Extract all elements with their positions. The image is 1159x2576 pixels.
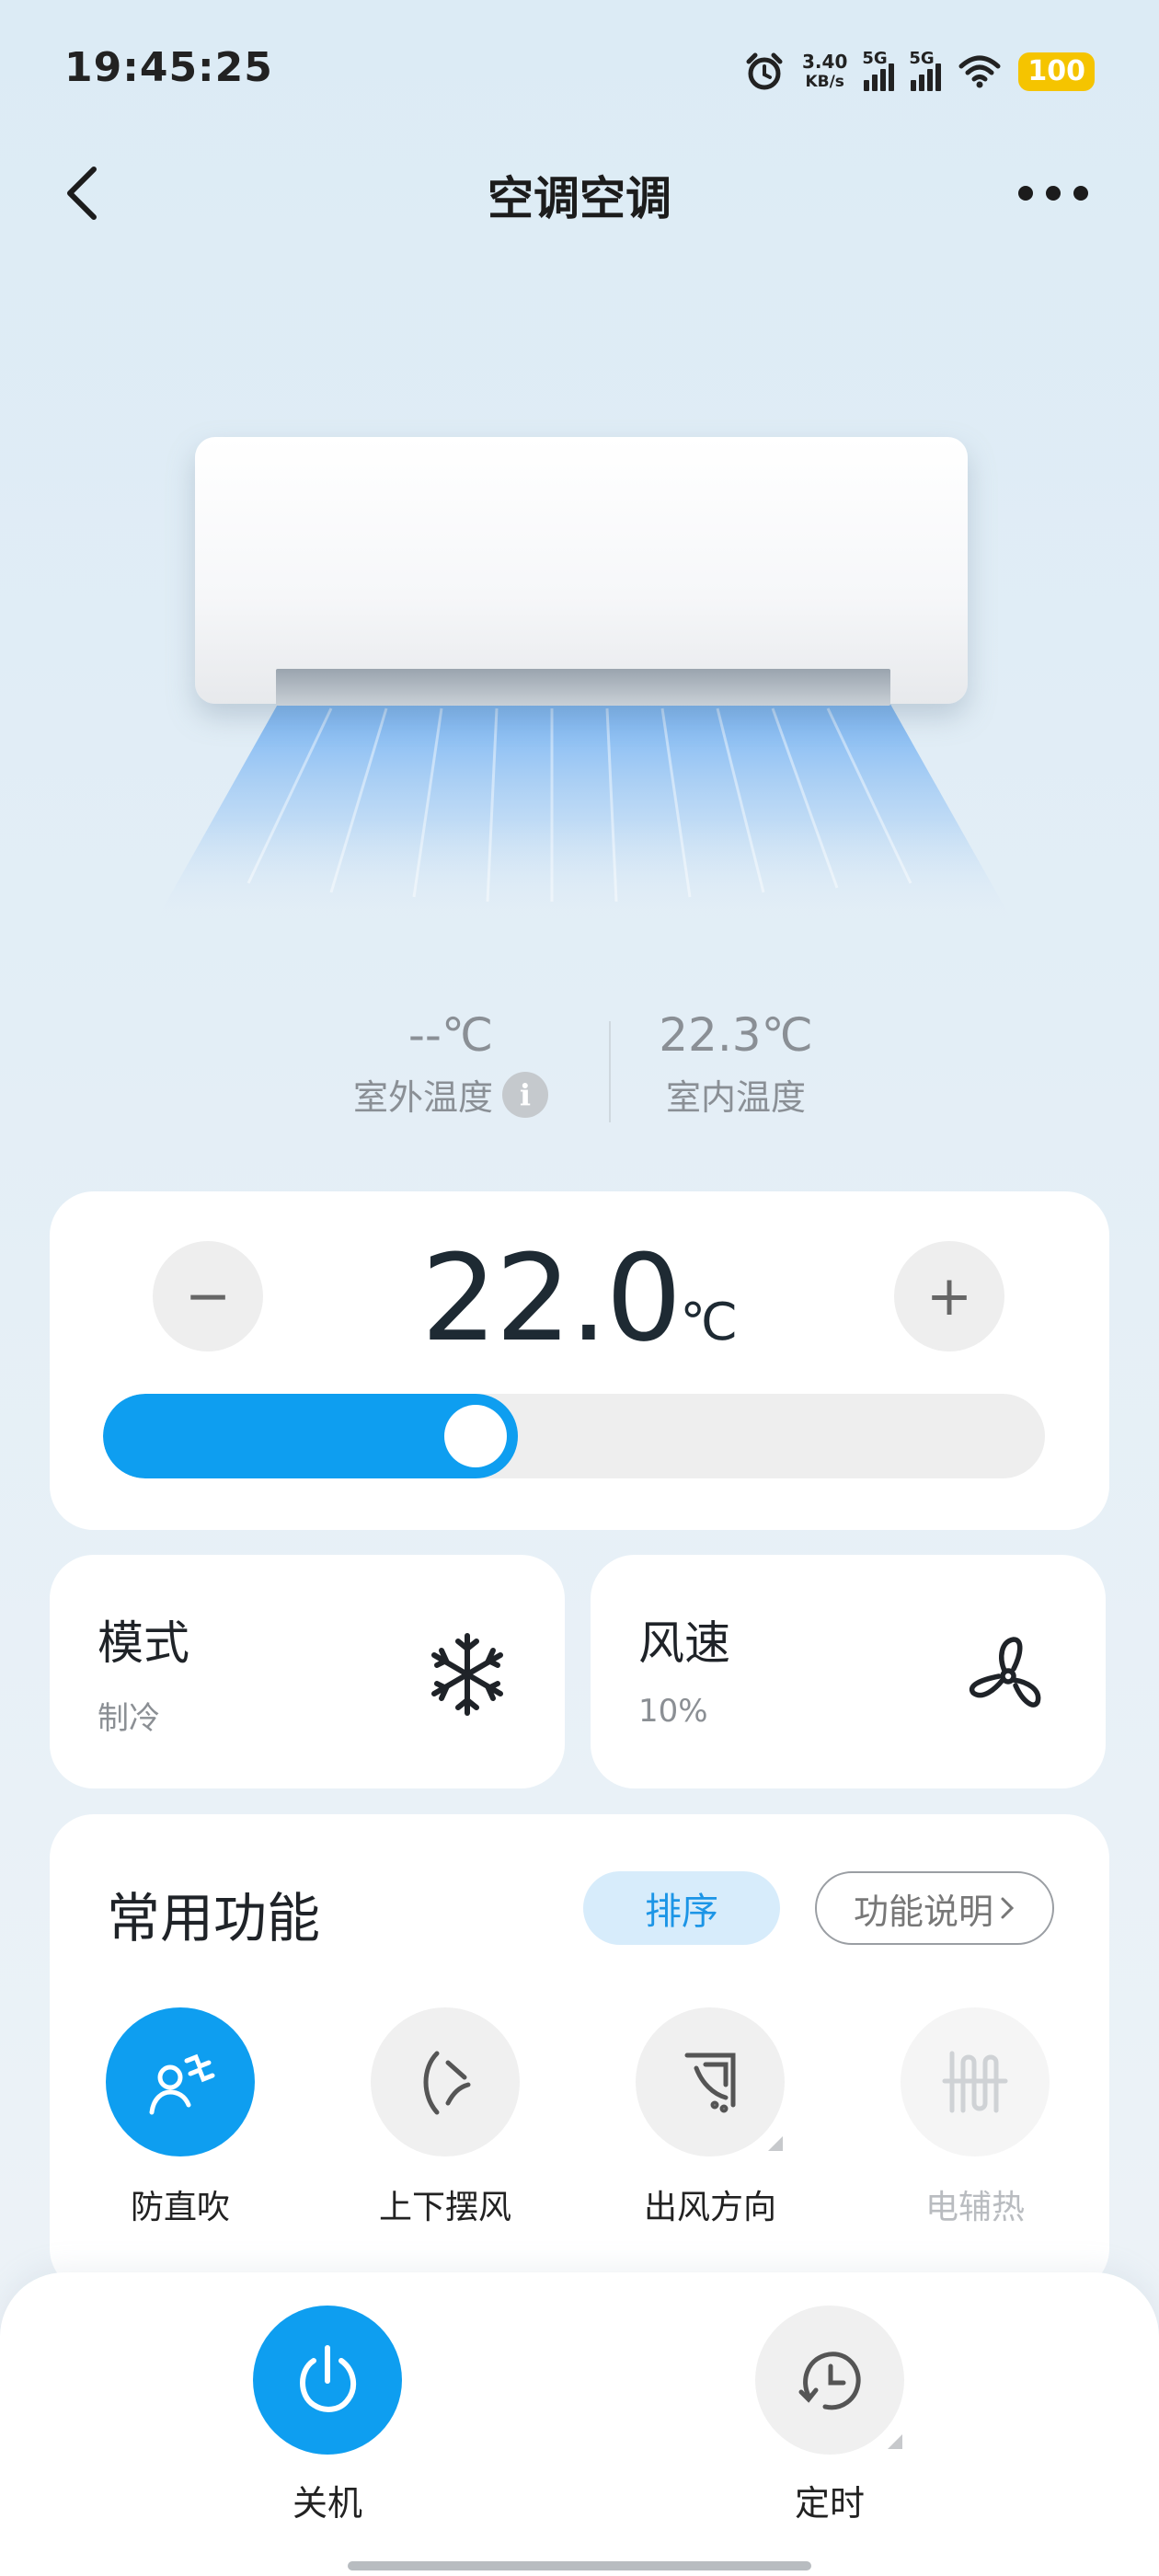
net-speed-value: 3.40 <box>802 51 848 73</box>
function-electric-heating[interactable]: 电辅热 <box>874 2007 1076 2228</box>
function-label: 出风方向 <box>643 2189 776 2226</box>
indoor-temp-value: 22.3℃ <box>659 1008 813 1062</box>
function-label: 上下摆风 <box>378 2189 511 2226</box>
air-direction-icon <box>684 2053 736 2113</box>
fan-speed-value: 10% <box>638 1693 708 1730</box>
net-speed-unit: KB/s <box>805 73 844 91</box>
page-title: 空调空调 <box>488 172 671 225</box>
corner-indicator <box>768 2136 783 2151</box>
function-button[interactable] <box>901 2007 1050 2156</box>
function-vertical-swing[interactable]: 上下摆风 <box>344 2007 546 2228</box>
function-button[interactable] <box>106 2007 255 2156</box>
timer-item[interactable]: 定时 <box>719 2306 940 2525</box>
power-icon <box>300 2345 357 2412</box>
set-temperature-value: 22.0 <box>420 1228 682 1368</box>
fan-speed-title: 风速 <box>638 1616 730 1670</box>
status-time: 19:45:25 <box>64 44 273 91</box>
functions-card: 常用功能 排序 功能说明 防直吹 上下摆风 出风方向 电辅热 <box>50 1814 1109 2293</box>
chevron-right-icon <box>1001 1897 1015 1919</box>
outdoor-temp-label: 室外温度 <box>352 1077 493 1118</box>
power-off-item[interactable]: 关机 <box>217 2306 438 2525</box>
temperature-card: − 22.0℃ + <box>50 1191 1109 1530</box>
indoor-temp-label: 室内温度 <box>665 1077 806 1118</box>
function-button[interactable] <box>636 2007 785 2156</box>
timer-button[interactable] <box>755 2306 904 2455</box>
increase-temp-button[interactable]: + <box>894 1241 1004 1351</box>
outdoor-temp: --℃ 室外温度 i <box>331 1008 570 1120</box>
indoor-temp: 22.3℃ 室内温度 <box>644 1008 828 1120</box>
home-indicator[interactable] <box>348 2561 811 2570</box>
signal-icon: 5G <box>862 49 895 91</box>
mode-card[interactable]: 模式 制冷 <box>50 1555 565 1788</box>
snowflake-icon <box>431 1633 503 1716</box>
airflow-illustration <box>156 699 1012 920</box>
divider <box>609 1021 611 1122</box>
function-help-label: 功能说明 <box>853 1891 993 1932</box>
air-conditioner-illustration <box>195 437 968 704</box>
function-help-button[interactable]: 功能说明 <box>815 1871 1054 1945</box>
set-temperature-unit: ℃ <box>680 1293 739 1352</box>
anti-direct-blow-icon <box>149 2053 215 2115</box>
fan-speed-card[interactable]: 风速 10% <box>591 1555 1106 1788</box>
more-button[interactable] <box>1012 175 1095 212</box>
outdoor-temp-value: --℃ <box>407 1008 494 1062</box>
battery-icon: 100 <box>1018 52 1095 91</box>
outdoor-temp-label-row: 室外温度 i <box>331 1069 570 1120</box>
mode-value: 制冷 <box>98 1700 160 1737</box>
sort-button[interactable]: 排序 <box>583 1871 780 1945</box>
function-label: 防直吹 <box>130 2189 230 2226</box>
function-button[interactable] <box>371 2007 520 2156</box>
status-icons: 3.40 KB/s 5G 5G 100 <box>743 46 1095 98</box>
function-air-direction[interactable]: 出风方向 <box>609 2007 811 2228</box>
power-label: 关机 <box>292 2483 362 2524</box>
info-icon[interactable]: i <box>502 1071 548 1118</box>
electric-heating-icon <box>942 2051 1008 2113</box>
signal-icon: 5G <box>909 49 942 91</box>
bottom-action-bar: 关机 定时 <box>0 2272 1159 2576</box>
temperature-slider[interactable] <box>103 1394 1045 1478</box>
net-speed: 3.40 KB/s <box>802 52 847 92</box>
more-dots-icon <box>1018 186 1088 201</box>
temperature-slider-thumb[interactable] <box>444 1405 507 1467</box>
signal-label: 5G <box>909 49 935 68</box>
corner-indicator <box>888 2434 902 2449</box>
function-label: 电辅热 <box>924 2189 1025 2226</box>
signal-label: 5G <box>862 49 888 68</box>
timer-label: 定时 <box>794 2483 865 2524</box>
function-anti-direct-blow[interactable]: 防直吹 <box>79 2007 281 2228</box>
power-button[interactable] <box>253 2306 402 2455</box>
alarm-icon <box>746 52 783 90</box>
vertical-swing-icon <box>423 2051 471 2115</box>
mode-title: 模式 <box>98 1616 189 1670</box>
wifi-icon <box>958 55 1001 88</box>
fan-icon <box>969 1637 1041 1708</box>
timer-icon <box>798 2352 861 2410</box>
air-conditioner-vent <box>276 669 890 706</box>
functions-title: 常用功能 <box>107 1887 321 1949</box>
